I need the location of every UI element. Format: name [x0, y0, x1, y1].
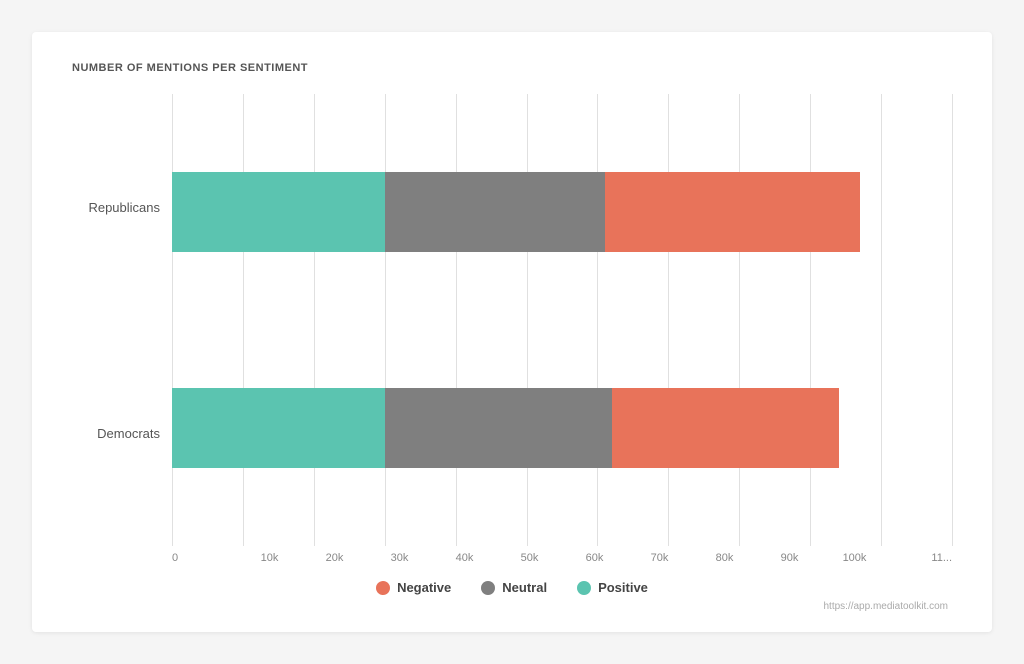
grid-line — [739, 94, 740, 546]
grid-line — [952, 94, 953, 546]
x-tick: 90k — [757, 552, 822, 564]
bar-segment-negative — [612, 388, 839, 468]
bar-segment-positive — [172, 388, 385, 468]
chart-container: NUMBER OF MENTIONS PER SENTIMENT Republi… — [32, 32, 992, 632]
grid-line — [243, 94, 244, 546]
grid-line — [314, 94, 315, 546]
grid-line — [385, 94, 386, 546]
bar-segment-positive — [172, 172, 385, 252]
x-axis: 010k20k30k40k50k60k70k80k90k100k11... — [72, 552, 952, 564]
x-tick: 30k — [367, 552, 432, 564]
legend-label-positive: Positive — [598, 580, 648, 595]
plot-area: Republicans Democrats — [72, 94, 952, 546]
bar-segment-neutral — [385, 388, 612, 468]
grid-line — [527, 94, 528, 546]
grid-line — [597, 94, 598, 546]
chart-title: NUMBER OF MENTIONS PER SENTIMENT — [72, 62, 952, 74]
x-tick: 60k — [562, 552, 627, 564]
x-tick: 100k — [822, 552, 887, 564]
x-tick: 20k — [302, 552, 367, 564]
legend-item-neutral: Neutral — [481, 580, 547, 595]
legend-label-negative: Negative — [397, 580, 451, 595]
y-label: Democrats — [97, 426, 160, 441]
legend-dot-negative — [376, 581, 390, 595]
legend: Negative Neutral Positive — [72, 580, 952, 595]
x-tick: 40k — [432, 552, 497, 564]
grid-line — [668, 94, 669, 546]
bars-and-grid — [172, 94, 952, 546]
grid-line — [172, 94, 173, 546]
grid-line — [456, 94, 457, 546]
grid-line — [810, 94, 811, 546]
bar-segment-negative — [605, 172, 860, 252]
legend-dot-positive — [577, 581, 591, 595]
grid-line — [881, 94, 882, 546]
x-tick: 0 — [172, 552, 237, 564]
x-tick: 50k — [497, 552, 562, 564]
attribution: https://app.mediatoolkit.com — [72, 601, 952, 612]
legend-dot-neutral — [481, 581, 495, 595]
bar-segment-neutral — [385, 172, 605, 252]
chart-area: Republicans Democrats 010k20k30k40k50k60k… — [72, 94, 952, 564]
bar-group — [172, 388, 952, 468]
x-tick: 70k — [627, 552, 692, 564]
x-tick: 80k — [692, 552, 757, 564]
y-label: Republicans — [88, 200, 160, 215]
legend-item-positive: Positive — [577, 580, 648, 595]
y-labels: Republicans Democrats — [72, 94, 172, 546]
legend-label-neutral: Neutral — [502, 580, 547, 595]
legend-item-negative: Negative — [376, 580, 451, 595]
x-tick: 10k — [237, 552, 302, 564]
bar-group — [172, 172, 952, 252]
grid-lines — [172, 94, 952, 546]
x-tick: 11... — [887, 552, 952, 564]
